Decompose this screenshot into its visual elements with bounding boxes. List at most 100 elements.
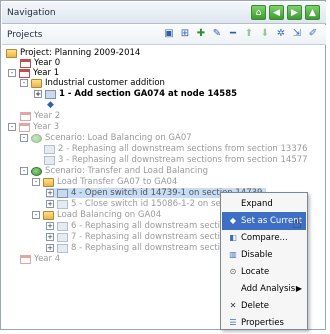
scenario-icon (31, 166, 42, 176)
tree-item-label: Load Balancing on GA04 (57, 210, 162, 220)
hand-cursor-icon: ☝ (292, 213, 302, 232)
tree-item-scenario-load-balancing[interactable]: - Scenario: Load Balancing on GA07 (20, 133, 192, 143)
menu-item-disable[interactable]: ▥ Disable (222, 246, 306, 264)
document-icon (44, 144, 55, 154)
tree-item-label: 1 - Add section GA074 at node 14585 (59, 89, 238, 99)
document-icon (44, 155, 55, 165)
projects-title: Projects (7, 30, 43, 40)
set-current-icon: ◆ (229, 216, 237, 225)
menu-item-label: Delete (241, 301, 269, 311)
move-up-icon[interactable]: ⬆ (242, 27, 256, 41)
tree-item-label: Year 1 (33, 68, 60, 78)
tree-item-action-2[interactable]: 2 - Rephasing all downstream sections fr… (44, 144, 308, 154)
tree-item-project[interactable]: Project: Planning 2009-2014 (6, 48, 140, 58)
add-icon[interactable]: ✚ (194, 27, 208, 41)
tree-item-label: Year 2 (34, 111, 61, 121)
up-icon[interactable]: ▲ (305, 5, 320, 20)
tree-item-load-transfer[interactable]: - Load Transfer GA07 to GA04 (32, 177, 177, 187)
collapse-toggle[interactable]: - (32, 211, 40, 219)
calendar-icon (19, 122, 30, 132)
tree-item-action-3[interactable]: 3 - Rephasing all downstream sections fr… (44, 155, 308, 165)
expand-toggle[interactable]: + (46, 200, 54, 208)
projects-header: Projects ▣ ⊞ ✚ ✎ ━ ⬆ ⬇ ✲ ⇲ ✐ (2, 25, 326, 45)
document-icon (57, 221, 68, 231)
folder-icon (31, 78, 42, 88)
menu-item-properties[interactable]: ☰ Properties (222, 314, 306, 332)
tree-item-year-0[interactable]: Year 0 (20, 58, 60, 68)
tree-item-label: Project: Planning 2009-2014 (20, 48, 141, 58)
collapse-toggle[interactable]: - (8, 69, 16, 77)
remove-icon[interactable]: ━ (226, 27, 240, 41)
navigation-header: Navigation ⌂ ◀ ▶ ▲ (2, 2, 326, 24)
expand-toggle[interactable]: + (46, 233, 54, 241)
tree-item-action-1[interactable]: + 1 - Add section GA074 at node 14585 (34, 89, 237, 99)
tree-item-label: Year 4 (34, 254, 61, 264)
folder-icon (43, 177, 54, 187)
save-icon[interactable]: ▣ (162, 27, 176, 41)
menu-item-label: Locate (241, 267, 270, 277)
grid-icon[interactable]: ⊞ (178, 27, 192, 41)
move-down-icon[interactable]: ⬇ (258, 27, 272, 41)
back-icon[interactable]: ◀ (269, 5, 284, 20)
tree-item-year-3[interactable]: - Year 3 (8, 122, 59, 132)
folder-icon (6, 48, 17, 58)
tree-item-node[interactable]: ◆ (47, 100, 54, 110)
folder-icon (43, 210, 54, 220)
menu-item-label: Properties (241, 318, 284, 328)
home-icon[interactable]: ⌂ (251, 5, 266, 20)
collapse-toggle[interactable]: - (20, 134, 28, 142)
expand-toggle[interactable]: + (46, 222, 54, 230)
tree-item-scenario-transfer[interactable]: - Scenario: Transfer and Load Balancing (20, 166, 208, 176)
forward-icon[interactable]: ▶ (287, 5, 302, 20)
collapse-toggle[interactable]: - (20, 79, 28, 87)
document-icon (57, 199, 68, 209)
menu-item-delete[interactable]: ✕ Delete (222, 297, 306, 315)
menu-item-locate[interactable]: ⊙ Locate (222, 263, 306, 281)
tree-item-label: Load Transfer GA07 to GA04 (57, 177, 178, 187)
tree-item-label: Year 3 (33, 122, 60, 132)
projects-toolbar: ▣ ⊞ ✚ ✎ ━ ⬆ ⬇ ✲ ⇲ ✐ (162, 27, 320, 41)
edit-icon[interactable]: ✎ (210, 27, 224, 41)
disable-icon: ▥ (229, 250, 237, 259)
calendar-icon (20, 58, 31, 68)
expand-toggle[interactable]: + (46, 189, 54, 197)
expand-toggle[interactable]: + (46, 244, 54, 252)
tree-item-label: Industrial customer addition (45, 78, 165, 88)
tree-item-load-balancing-ga04[interactable]: - Load Balancing on GA04 (32, 210, 161, 220)
submenu-arrow-icon: ▶ (295, 284, 302, 293)
document-icon (45, 89, 56, 99)
menu-item-label: Expand (241, 199, 273, 209)
tree-item-label: Scenario: Load Balancing on GA07 (45, 133, 192, 143)
node-icon: ◆ (47, 100, 54, 110)
document-icon (57, 232, 68, 242)
compare-icon: ◧ (229, 233, 237, 242)
expand-toggle[interactable]: + (34, 90, 42, 98)
locate-icon: ⊙ (229, 267, 237, 276)
menu-item-label: Add Analysis (241, 284, 296, 294)
tree-item-label: Year 0 (34, 58, 61, 68)
pin-icon[interactable]: ✐ (306, 27, 320, 41)
calendar-icon (20, 254, 31, 264)
tree-item-label: 2 - Rephasing all downstream sections fr… (58, 144, 308, 154)
collapse-toggle[interactable]: - (8, 123, 16, 131)
tree-item-industrial-customer[interactable]: - Industrial customer addition (20, 78, 165, 88)
collapse-toggle[interactable]: - (20, 167, 28, 175)
document-icon (57, 243, 68, 253)
tree-item-year-4[interactable]: Year 4 (20, 254, 60, 264)
settings-icon[interactable]: ✲ (274, 27, 288, 41)
menu-item-label: Compare... (241, 233, 288, 243)
tree-item-label: 3 - Rephasing all downstream sections fr… (58, 155, 308, 165)
calendar-icon (19, 68, 30, 78)
navigation-buttons: ⌂ ◀ ▶ ▲ (251, 5, 320, 20)
tree-item-label: Scenario: Transfer and Load Balancing (45, 166, 208, 176)
calendar-icon (20, 111, 31, 121)
tree-item-year-1[interactable]: - Year 1 (8, 68, 59, 78)
menu-item-add-analysis[interactable]: Add Analysis ▶ (222, 280, 306, 298)
properties-icon: ☰ (229, 318, 237, 327)
menu-item-expand[interactable]: Expand (222, 195, 306, 213)
tree-item-year-2[interactable]: Year 2 (20, 111, 60, 121)
document-icon (57, 188, 68, 198)
collapse-toggle[interactable]: - (32, 178, 40, 186)
menu-item-label: Disable (241, 250, 273, 260)
export-icon[interactable]: ⇲ (290, 27, 304, 41)
